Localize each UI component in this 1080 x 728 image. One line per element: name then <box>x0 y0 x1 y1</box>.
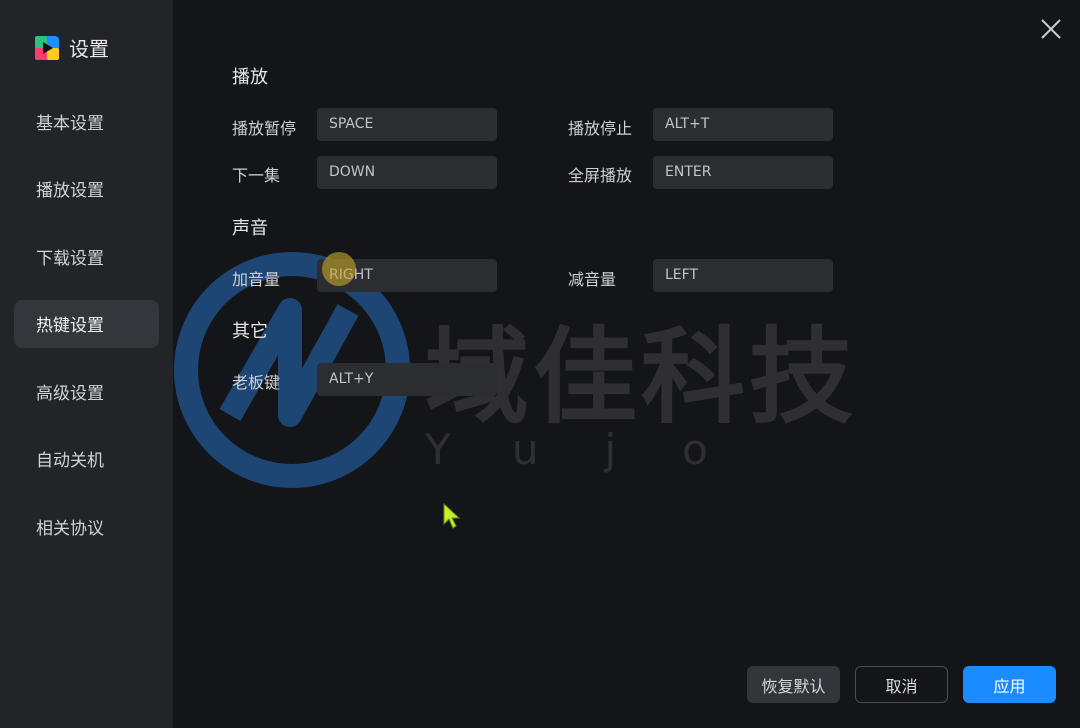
hotkey-boss-key-field[interactable]: ALT+Y <box>317 363 497 396</box>
sidebar-item-label: 热键设置 <box>36 316 104 336</box>
mouse-cursor-icon <box>443 502 461 529</box>
hotkey-play-pause-field[interactable]: SPACE <box>317 108 497 141</box>
sidebar-item-auto-shutdown[interactable]: 自动关机 <box>14 435 159 483</box>
label-boss-key: 老板键 <box>232 373 281 392</box>
sidebar-item-label: 高级设置 <box>36 383 104 404</box>
settings-title: 设置 <box>69 37 109 61</box>
watermark-subtext: Yujo <box>425 425 774 474</box>
cancel-button[interactable]: 取消 <box>855 666 948 703</box>
sidebar-item-basic[interactable]: 基本设置 <box>14 97 159 145</box>
label-next-episode: 下一集 <box>232 166 281 185</box>
label-volume-up: 加音量 <box>232 270 281 289</box>
hotkey-fullscreen-field[interactable]: ENTER <box>653 156 833 189</box>
brand-header: 设置 <box>35 33 109 62</box>
label-fullscreen: 全屏播放 <box>568 166 633 185</box>
close-button[interactable] <box>1038 16 1064 42</box>
sidebar-item-advanced[interactable]: 高级设置 <box>14 367 159 415</box>
settings-window: 设置 基本设置 播放设置 下载设置 热键设置 高级设置 自动关机 相关协议 域佳… <box>0 0 1080 728</box>
sidebar-item-label: 自动关机 <box>36 451 104 471</box>
label-volume-down: 减音量 <box>568 270 617 289</box>
hotkey-next-episode-field[interactable]: DOWN <box>317 156 497 189</box>
section-title-other: 其它 <box>232 321 268 342</box>
app-logo-icon <box>35 35 59 60</box>
sidebar-item-download[interactable]: 下载设置 <box>14 232 159 280</box>
sidebar-nav: 基本设置 播放设置 下载设置 热键设置 高级设置 自动关机 相关协议 <box>14 97 159 570</box>
sidebar-item-playback[interactable]: 播放设置 <box>14 165 159 213</box>
sidebar-item-label: 下载设置 <box>36 248 104 269</box>
sidebar-item-agreements[interactable]: 相关协议 <box>14 502 159 550</box>
section-title-sound: 声音 <box>232 218 268 239</box>
sidebar-item-label: 相关协议 <box>36 518 104 539</box>
label-play-pause: 播放暂停 <box>232 119 297 138</box>
close-icon <box>1041 19 1061 39</box>
sidebar-item-hotkeys[interactable]: 热键设置 <box>14 299 159 348</box>
sidebar-item-label: 播放设置 <box>36 181 104 201</box>
hotkey-volume-down-field[interactable]: LEFT <box>653 259 833 292</box>
hotkey-volume-up-field[interactable]: RIGHT <box>317 259 497 292</box>
section-title-playback: 播放 <box>232 67 268 88</box>
apply-button[interactable]: 应用 <box>963 666 1056 703</box>
hotkey-play-stop-field[interactable]: ALT+T <box>653 108 833 141</box>
sidebar: 设置 基本设置 播放设置 下载设置 热键设置 高级设置 自动关机 相关协议 <box>0 0 173 728</box>
reset-default-button[interactable]: 恢复默认 <box>747 666 840 703</box>
sidebar-item-label: 基本设置 <box>36 113 104 134</box>
label-play-stop: 播放停止 <box>568 119 633 138</box>
